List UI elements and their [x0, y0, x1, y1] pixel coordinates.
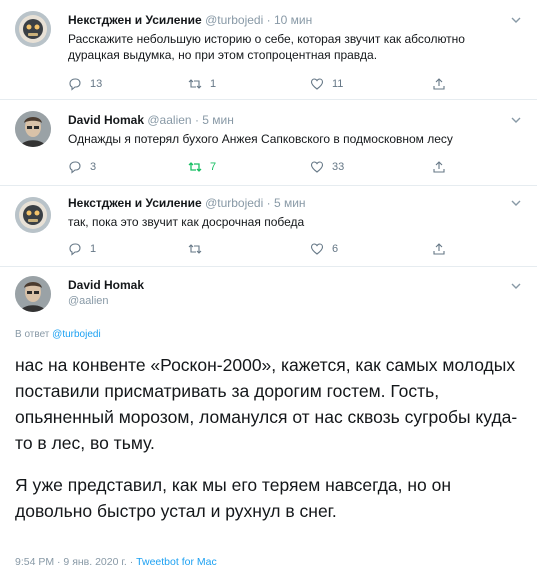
heart-icon: [310, 243, 324, 255]
author-name[interactable]: Некстджен и Усиление: [68, 13, 202, 27]
avatar-man[interactable]: [15, 111, 51, 147]
share-icon: [433, 78, 445, 90]
main-tweet-text: нас на конвенте «Роскон-2000», кажется, …: [15, 352, 527, 524]
timestamp[interactable]: 9:54 PM · 9 янв. 2020 г. ·: [15, 556, 136, 568]
reply-prefix: В ответ: [15, 329, 53, 340]
retweet-icon: [188, 162, 202, 172]
tweet-header: Некстджен и Усиление @turbojedi · 5 мин: [68, 196, 306, 210]
heart-icon: [310, 161, 324, 173]
like-button[interactable]: 11: [310, 76, 343, 92]
reply-count: 13: [90, 78, 103, 90]
tweet-actions: 13 1 11: [68, 76, 468, 92]
author-handle[interactable]: @turbojedi: [205, 13, 263, 27]
reply-count: 3: [90, 161, 97, 173]
reply-button[interactable]: 3: [68, 159, 96, 175]
reply-icon: [69, 243, 81, 256]
avatar-robot[interactable]: [15, 197, 51, 233]
main-paragraph-1: нас на конвенте «Роскон-2000», кажется, …: [15, 355, 518, 453]
client-link[interactable]: Tweetbot for Mac: [136, 556, 217, 568]
reply-button[interactable]: 1: [68, 241, 96, 257]
heart-icon: [310, 78, 324, 90]
author-name[interactable]: Некстджен и Усиление: [68, 196, 202, 210]
reply-to-link[interactable]: @turbojedi: [52, 329, 101, 340]
share-button[interactable]: [432, 159, 454, 175]
reply-icon: [69, 78, 81, 91]
retweet-count: 7: [210, 161, 217, 173]
main-paragraph-2: Я уже представил, как мы его теряем навс…: [15, 475, 452, 521]
chevron-down-icon[interactable]: [509, 113, 523, 127]
tweet-text: Однажды я потерял бухого Анжея Сапковско…: [68, 132, 453, 146]
tweet-actions: 1 6: [68, 241, 468, 257]
author-handle[interactable]: @aalien: [147, 113, 191, 127]
retweet-button[interactable]: [188, 241, 210, 257]
reply-count: 1: [90, 243, 97, 255]
like-count: 33: [332, 161, 345, 173]
tweet-1[interactable]: Некстджен и Усиление @turbojedi · 10 мин…: [0, 0, 537, 99]
like-button[interactable]: 33: [310, 159, 344, 175]
share-button[interactable]: [432, 76, 454, 92]
reply-button[interactable]: 13: [68, 76, 102, 92]
tweet-time[interactable]: · 5 мин: [267, 196, 306, 210]
tweet-actions: 3 7 33: [68, 159, 468, 175]
like-button[interactable]: 6: [310, 241, 338, 257]
tweet-header: Некстджен и Усиление @turbojedi · 10 мин: [68, 13, 312, 27]
tweet-text: Расскажите небольшую историю о себе, кот…: [68, 32, 465, 62]
tweet-text: так, пока это звучит как досрочная побед…: [68, 215, 305, 229]
author-name[interactable]: David Homak: [68, 113, 144, 127]
share-icon: [433, 243, 445, 255]
retweet-icon: [188, 79, 202, 89]
chevron-down-icon[interactable]: [509, 13, 523, 27]
author-handle[interactable]: @turbojedi: [205, 196, 263, 210]
like-count: 6: [332, 243, 339, 255]
avatar-robot[interactable]: [15, 11, 51, 47]
tweet-2[interactable]: David Homak @aalien · 5 мин Однажды я по…: [0, 100, 537, 185]
like-count: 11: [332, 78, 344, 90]
retweet-button[interactable]: 1: [188, 76, 216, 92]
chevron-down-icon[interactable]: [509, 279, 523, 293]
tweet-footer: 9:54 PM · 9 янв. 2020 г. · Tweetbot for …: [15, 556, 217, 568]
share-icon: [433, 161, 445, 173]
avatar-man[interactable]: [15, 276, 51, 312]
retweet-count: 1: [210, 78, 217, 90]
reply-context: В ответ @turbojedi: [15, 329, 101, 340]
share-button[interactable]: [432, 241, 454, 257]
chevron-down-icon[interactable]: [509, 196, 523, 210]
retweet-icon: [188, 244, 202, 254]
retweet-button[interactable]: 7: [188, 159, 216, 175]
tweet-header: David Homak @aalien · 5 мин: [68, 113, 234, 127]
reply-icon: [69, 161, 81, 174]
tweet-time[interactable]: · 10 мин: [267, 13, 313, 27]
tweet-time[interactable]: · 5 мин: [195, 113, 234, 127]
main-author-name[interactable]: David Homak: [68, 278, 144, 292]
main-author-handle[interactable]: @aalien: [68, 295, 109, 307]
tweet-3[interactable]: Некстджен и Усиление @turbojedi · 5 мин …: [0, 186, 537, 266]
